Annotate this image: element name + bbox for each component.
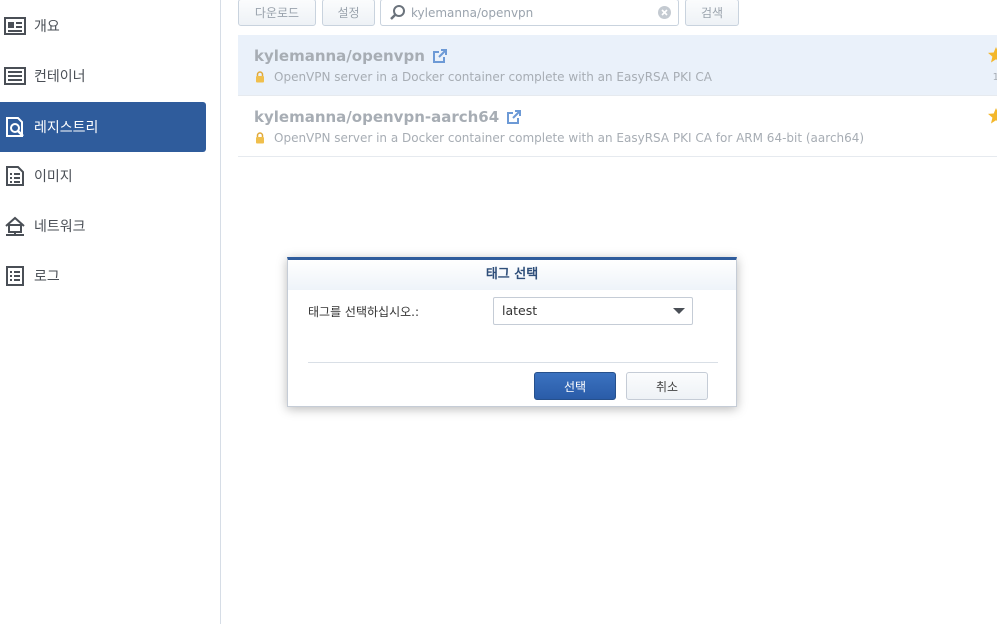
search-input[interactable] — [411, 5, 651, 20]
network-icon — [3, 214, 27, 238]
list-item[interactable]: kylemanna/openvpn OpenVPN server in a Do… — [238, 35, 997, 96]
cancel-button[interactable]: 취소 — [626, 372, 708, 400]
external-link-icon[interactable] — [432, 49, 447, 63]
sidebar-item-network[interactable]: 네트워크 — [0, 201, 206, 251]
sidebar-item-label: 개요 — [34, 19, 60, 35]
download-button[interactable]: 다운로드 — [238, 0, 316, 26]
lock-icon — [254, 71, 266, 83]
search-box — [380, 0, 679, 26]
search-icon — [389, 4, 407, 22]
result-title: kylemanna/openvpn-aarch64 — [254, 108, 522, 126]
result-description-line: OpenVPN server in a Docker container com… — [254, 70, 712, 84]
sidebar-item-registry[interactable]: 레지스트리 — [0, 102, 206, 152]
sidebar-item-label: 컨테이너 — [34, 69, 86, 85]
list-item[interactable]: kylemanna/openvpn-aarch64 OpenVPN server… — [238, 96, 997, 157]
result-description-line: OpenVPN server in a Docker container com… — [254, 131, 864, 145]
tag-select-value: latest — [502, 303, 538, 318]
clear-icon[interactable] — [657, 5, 672, 20]
container-icon — [3, 64, 27, 88]
sidebar-item-label: 로그 — [34, 269, 60, 285]
chevron-down-icon — [673, 308, 685, 314]
sidebar-item-image[interactable]: 이미지 — [0, 151, 206, 201]
sidebar-item-log[interactable]: 로그 — [0, 251, 206, 301]
result-name: kylemanna/openvpn — [254, 47, 425, 65]
tag-select-dialog: 태그 선택 태그를 선택하십시오.: latest 선택 취소 — [287, 257, 737, 407]
tag-label: 태그를 선택하십시오.: — [308, 305, 420, 319]
sidebar-item-label: 이미지 — [34, 169, 73, 185]
sidebar-item-overview[interactable]: 개요 — [0, 1, 206, 51]
log-icon — [3, 264, 27, 288]
star-icon — [987, 46, 997, 64]
star-icon — [987, 107, 997, 125]
search-button[interactable]: 검색 — [685, 0, 739, 26]
external-link-icon[interactable] — [507, 110, 522, 124]
star-count: 1 — [992, 72, 997, 83]
lock-icon — [254, 132, 266, 144]
result-title: kylemanna/openvpn — [254, 47, 447, 65]
overview-icon — [3, 14, 27, 38]
result-name: kylemanna/openvpn-aarch64 — [254, 108, 500, 126]
dialog-title: 태그 선택 — [288, 260, 736, 290]
sidebar-item-container[interactable]: 컨테이너 — [0, 51, 206, 101]
sidebar: 개요 컨테이너 레지스트리 이미지 네트워크 로그 — [0, 0, 221, 624]
tag-select[interactable]: latest — [493, 297, 693, 325]
settings-button[interactable]: 설정 — [322, 0, 375, 26]
divider — [308, 362, 718, 363]
registry-icon — [3, 115, 27, 139]
result-description: OpenVPN server in a Docker container com… — [274, 70, 712, 84]
image-icon — [3, 164, 27, 188]
sidebar-item-label: 레지스트리 — [34, 120, 99, 136]
result-description: OpenVPN server in a Docker container com… — [274, 131, 865, 145]
sidebar-item-label: 네트워크 — [34, 219, 86, 235]
select-button[interactable]: 선택 — [534, 372, 616, 400]
